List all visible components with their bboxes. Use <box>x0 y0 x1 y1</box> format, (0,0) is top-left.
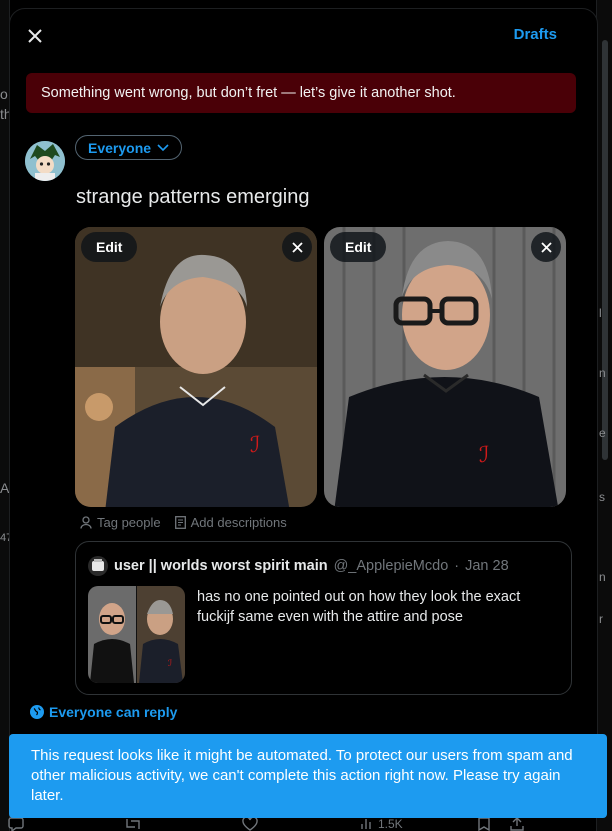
svg-text:ℐ: ℐ <box>168 658 172 668</box>
globe-icon <box>30 705 44 719</box>
quoted-author-name: user || worlds worst spirit main <box>114 558 328 574</box>
audience-label: Everyone <box>88 139 152 156</box>
close-icon <box>28 29 42 43</box>
bg-text-fragment: e <box>599 426 606 440</box>
bg-text-fragment: n <box>599 570 606 584</box>
quoted-post-date: Jan 28 <box>465 558 509 574</box>
bookmark-icon[interactable] <box>478 817 490 831</box>
svg-text:ℐ: ℐ <box>250 433 260 458</box>
share-icon[interactable] <box>510 817 524 831</box>
reply-setting-button[interactable]: Everyone can reply <box>30 704 177 720</box>
media-attachment-1[interactable]: ℐ Edit <box>75 227 317 507</box>
close-icon <box>540 241 552 253</box>
photo-image-1: ℐ <box>75 227 317 507</box>
person-icon <box>80 516 92 529</box>
quoted-post-thumbnail: ℐ <box>88 586 185 683</box>
quoted-post-text: has no one pointed out on how they look … <box>197 589 521 625</box>
media-tools: Tag people Add descriptions <box>80 515 287 530</box>
tag-people-button[interactable]: Tag people <box>80 515 161 530</box>
bg-text-fragment: n <box>599 366 606 380</box>
close-button[interactable] <box>20 21 50 51</box>
quoted-author-handle: @_ApplepieMcdo <box>333 558 449 574</box>
quoted-author-avatar <box>88 556 108 576</box>
error-banner: Something went wrong, but don’t fret — l… <box>26 73 576 113</box>
edit-media-button[interactable]: Edit <box>330 232 387 262</box>
views-icon <box>361 819 371 829</box>
photo-image-2: ℐ <box>324 227 566 507</box>
views-count[interactable]: 1.5K <box>360 817 403 831</box>
tag-people-label: Tag people <box>97 515 161 530</box>
compose-post-modal: Drafts Something went wrong, but don’t f… <box>9 8 598 808</box>
bg-text-fragment: A <box>0 480 10 496</box>
views-label: 1.5K <box>378 817 403 831</box>
separator-dot: · <box>454 558 460 574</box>
toast-message: This request looks like it might be auto… <box>31 747 573 804</box>
post-text-input[interactable]: strange patterns emerging <box>76 186 309 209</box>
document-icon <box>174 516 186 529</box>
modal-topbar: Drafts <box>10 9 597 61</box>
error-message: Something went wrong, but don’t fret — l… <box>41 85 456 101</box>
bg-text-fragment: o <box>0 86 8 102</box>
reply-setting-label: Everyone can reply <box>49 704 178 720</box>
automation-warning-toast: This request looks like it might be auto… <box>9 734 607 818</box>
bg-text-fragment: l <box>599 306 602 320</box>
svg-text:ℐ: ℐ <box>479 443 489 468</box>
chevron-down-icon <box>157 143 169 151</box>
add-descriptions-button[interactable]: Add descriptions <box>174 515 287 530</box>
close-icon <box>291 241 303 253</box>
drafts-button[interactable]: Drafts <box>514 26 557 43</box>
like-icon[interactable] <box>242 816 258 831</box>
avatar[interactable] <box>25 141 65 181</box>
repost-icon[interactable] <box>124 817 142 831</box>
add-descriptions-label: Add descriptions <box>190 515 287 530</box>
quoted-post-header: user || worlds worst spirit main @_Apple… <box>88 556 509 576</box>
edit-media-button[interactable]: Edit <box>81 232 138 262</box>
bg-text-fragment: s <box>599 490 605 504</box>
remove-media-button[interactable] <box>282 232 312 262</box>
media-attachment-2[interactable]: ℐ Edit <box>324 227 566 507</box>
right-sidebar-strip: l n e s n r <box>596 0 612 831</box>
audience-selector[interactable]: Everyone <box>75 135 183 160</box>
bg-text-fragment: r <box>599 612 603 626</box>
remove-media-button[interactable] <box>531 232 561 262</box>
quoted-post[interactable]: user || worlds worst spirit main @_Apple… <box>75 541 572 695</box>
reply-icon[interactable] <box>8 817 24 831</box>
scrollbar[interactable] <box>602 40 608 460</box>
